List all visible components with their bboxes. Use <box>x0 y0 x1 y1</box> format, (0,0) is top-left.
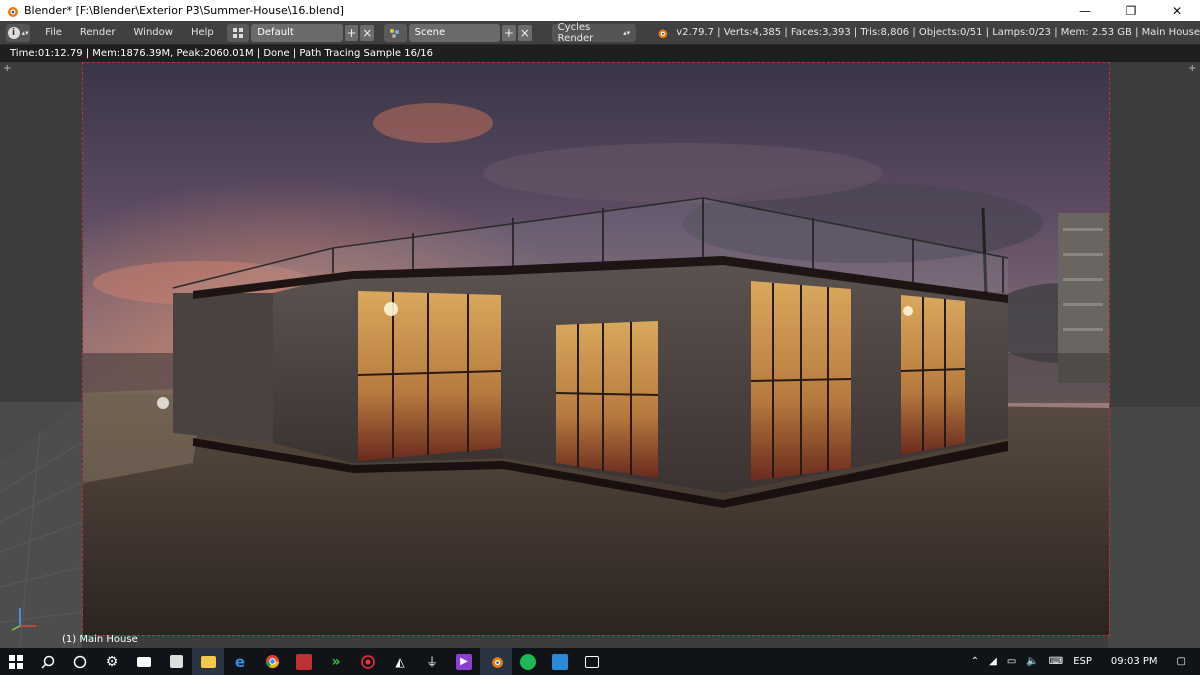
media-icon[interactable] <box>288 648 320 675</box>
minimize-button[interactable]: — <box>1062 0 1108 21</box>
visual-studio-icon[interactable]: ▶ <box>448 648 480 675</box>
menu-render[interactable]: Render <box>71 27 125 38</box>
render-engine-select[interactable]: Cycles Render ▴▾ <box>551 21 637 44</box>
battery-icon[interactable]: ▭ <box>1002 656 1021 667</box>
screen-layout-selector[interactable] <box>226 23 250 42</box>
render-engine-label: Cycles Render <box>557 21 594 44</box>
add-screen-button[interactable]: + <box>344 24 359 41</box>
blender-logo-icon <box>658 29 668 38</box>
remove-screen-button[interactable]: × <box>360 24 375 41</box>
add-scene-button[interactable]: + <box>502 24 516 41</box>
record-icon[interactable] <box>352 648 384 675</box>
axis-gizmo-icon <box>11 608 36 631</box>
blender-logo-icon <box>8 6 18 17</box>
remove-scene-button[interactable]: × <box>517 24 532 41</box>
window-titlebar: Blender* [F:\Blender\Exterior P3\Summer-… <box>0 0 1200 21</box>
screen-layout-field[interactable]: Default <box>251 23 343 42</box>
editor-type-selector[interactable]: i ▴▾ <box>6 23 31 42</box>
inkscape-icon[interactable]: ◭ <box>384 648 416 675</box>
volume-icon[interactable]: 🔈 <box>1021 656 1043 667</box>
window-title: Blender* [F:\Blender\Exterior P3\Summer-… <box>24 4 344 17</box>
spotify-icon[interactable] <box>512 648 544 675</box>
scene-stats: v2.79.7 | Verts:4,385 | Faces:3,393 | Tr… <box>676 27 1200 38</box>
photos-icon[interactable] <box>576 648 608 675</box>
camera-render-frame <box>82 62 1110 636</box>
layout-grid-icon <box>232 27 243 38</box>
mail-icon[interactable] <box>128 648 160 675</box>
area-corner-icon: + <box>1188 63 1197 74</box>
settings-icon[interactable]: ⚙ <box>96 648 128 675</box>
scene-selector[interactable] <box>384 23 407 42</box>
scene-field[interactable]: Scene <box>408 23 501 42</box>
maximize-button[interactable]: ❐ <box>1108 0 1154 21</box>
camera-app-icon[interactable] <box>544 648 576 675</box>
clock[interactable]: 09:03 PM <box>1097 656 1172 667</box>
system-tray: ⌃ ◢ ▭ 🔈 ⌨ ESP 09:03 PM ▢ <box>966 648 1200 675</box>
blender-info-header: i ▴▾ File Render Window Help Default + ×… <box>0 21 1200 45</box>
3d-viewport[interactable]: + + (1) Main House <box>0 62 1200 648</box>
chrome-icon[interactable] <box>256 648 288 675</box>
menu-file[interactable]: File <box>36 27 71 38</box>
cortana-icon[interactable] <box>64 648 96 675</box>
network-icon[interactable]: ◢ <box>984 656 1002 667</box>
notifications-icon[interactable]: ▢ <box>1172 656 1200 667</box>
menu-help[interactable]: Help <box>182 27 223 38</box>
chevron-updown-icon: ▴▾ <box>21 28 29 37</box>
info-icon: i <box>7 26 20 39</box>
scene-icon <box>390 28 400 38</box>
plug-icon[interactable]: ⏚ <box>416 648 448 675</box>
windows-taskbar: ⚙ e » ◭ ⏚ ▶ ⌃ ◢ ▭ 🔈 ⌨ ESP 09:03 PM ▢ <box>0 648 1200 675</box>
file-explorer-icon[interactable] <box>192 648 224 675</box>
chevron-up-icon[interactable]: ⌃ <box>966 656 984 667</box>
blender-icon[interactable] <box>480 648 512 675</box>
edge-icon[interactable]: e <box>224 648 256 675</box>
close-button[interactable]: ✕ <box>1154 0 1200 21</box>
rendered-image <box>83 63 1109 635</box>
keyboard-icon[interactable]: ⌨ <box>1044 656 1068 667</box>
area-corner-icon: + <box>3 63 12 74</box>
language-indicator[interactable]: ESP <box>1068 656 1097 667</box>
store-icon[interactable] <box>160 648 192 675</box>
search-icon[interactable] <box>32 648 64 675</box>
render-status: Time:01:12.79 | Mem:1876.39M, Peak:2060.… <box>0 45 1200 62</box>
chevron-updown-icon: ▴▾ <box>623 28 631 37</box>
windows-start-icon[interactable] <box>0 648 32 675</box>
viewport-floor-right <box>1108 407 1200 648</box>
menu-window[interactable]: Window <box>125 27 182 38</box>
arrow-app-icon[interactable]: » <box>320 648 352 675</box>
active-object-label: (1) Main House <box>62 634 138 645</box>
